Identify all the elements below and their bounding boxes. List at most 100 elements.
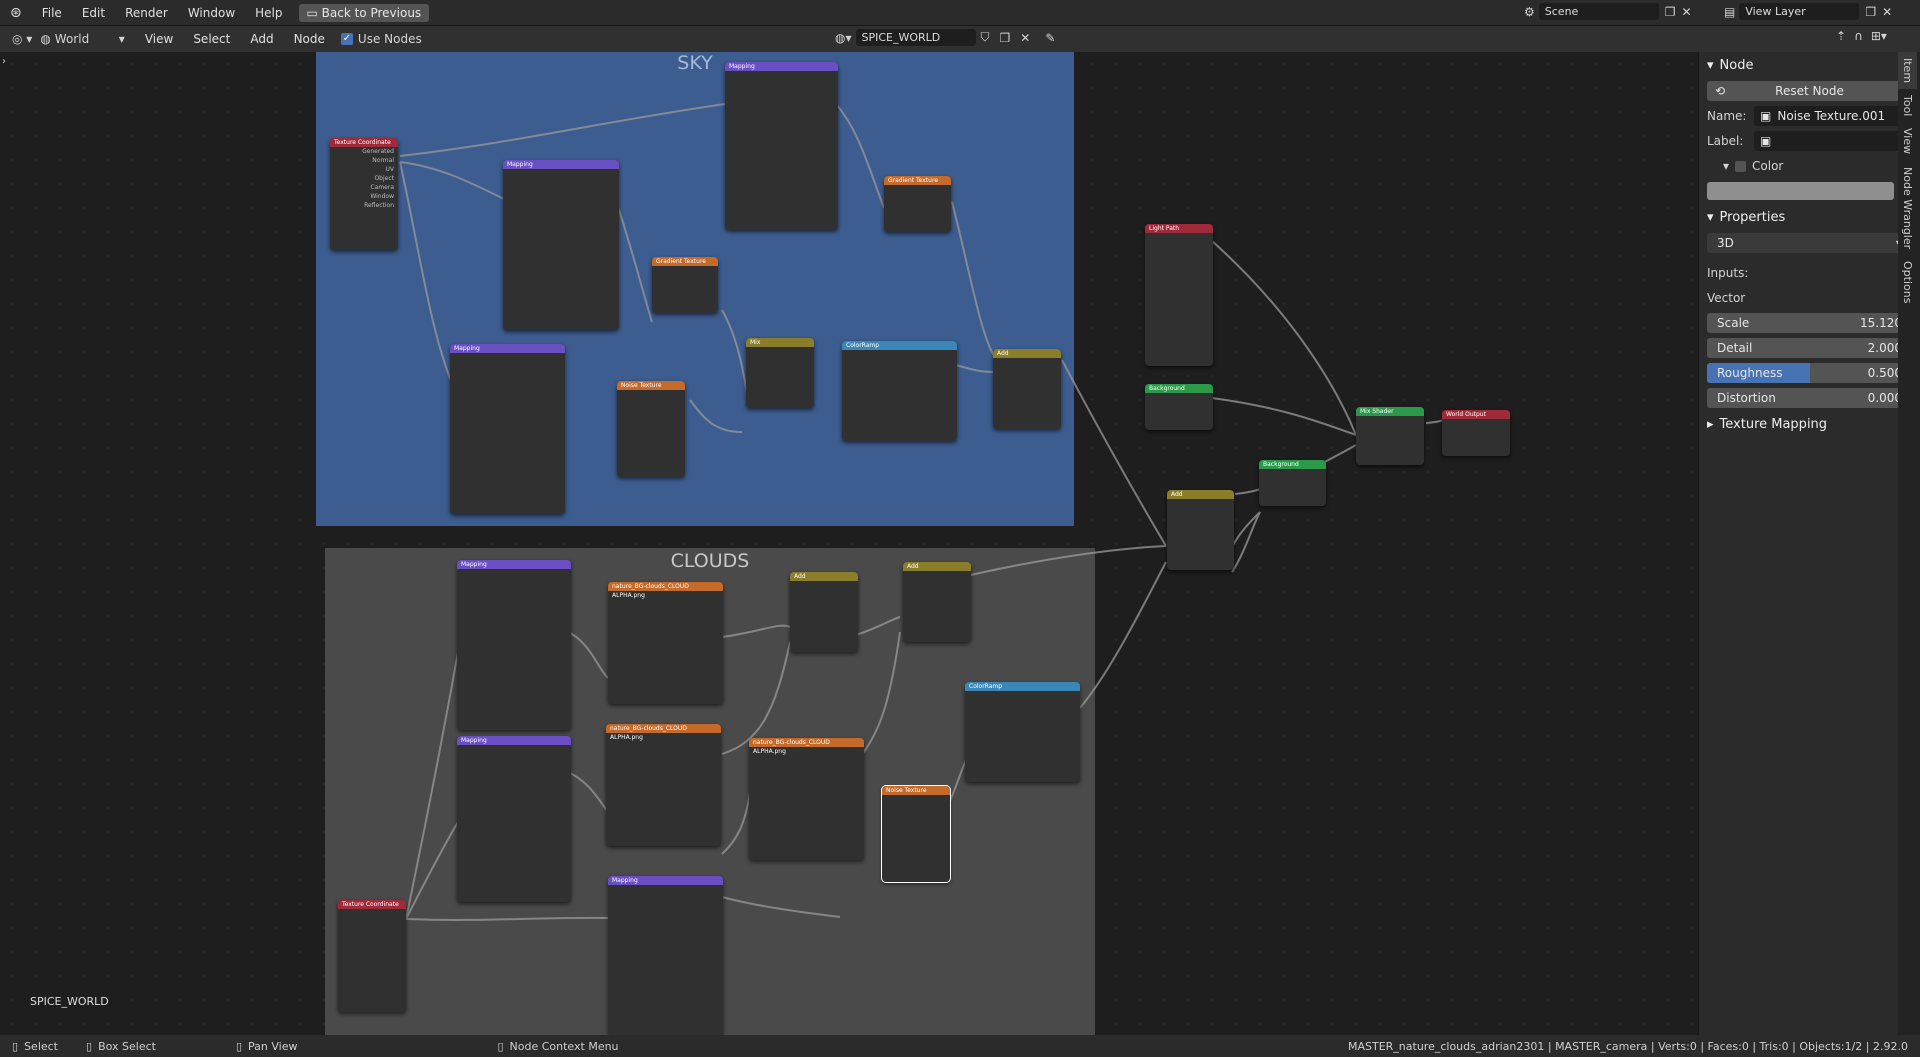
new-scene-icon[interactable]: ❐ <box>1665 5 1676 19</box>
node-icon: ▣ <box>1760 134 1772 148</box>
image-texture-node[interactable]: nature_BG-clouds_CLOUD ALPHA.png <box>608 582 723 704</box>
node-header: Mix <box>746 338 814 347</box>
menu-add[interactable]: Add <box>240 26 283 52</box>
texture-mapping-title: Texture Mapping <box>1719 416 1828 432</box>
fake-user-icon[interactable]: ⛉ <box>981 30 990 45</box>
mix-node[interactable]: Mix <box>746 338 814 408</box>
mapping-node[interactable]: Mapping <box>725 62 838 230</box>
dimension-dropdown[interactable]: 3D▾ <box>1707 233 1912 253</box>
color-label: Color <box>1752 159 1784 173</box>
node-panel-header[interactable]: ▾ Node <box>1699 52 1920 78</box>
node-header: Add <box>903 562 971 571</box>
light-path-node[interactable]: Light Path <box>1145 224 1213 366</box>
tab-view[interactable]: View <box>1898 122 1917 160</box>
view-layer-field[interactable]: View Layer <box>1739 3 1860 20</box>
node-header: ColorRamp <box>965 682 1080 691</box>
unlink-icon[interactable]: ✕ <box>1020 31 1030 45</box>
tab-options[interactable]: Options <box>1898 255 1917 309</box>
mouse-middle-icon: ▯ <box>86 1039 93 1053</box>
node-header: Mix Shader <box>1356 407 1424 416</box>
node-header: Background <box>1259 460 1326 469</box>
properties-panel-header[interactable]: ▾ Properties <box>1699 204 1920 230</box>
reset-node-button[interactable]: ⟲ Reset Node <box>1707 81 1912 101</box>
mapping-node[interactable]: Mapping <box>450 344 565 514</box>
shader-type-dropdown[interactable]: World <box>55 32 119 46</box>
field-label: Distortion <box>1717 391 1776 405</box>
menu-window[interactable]: Window <box>178 0 245 26</box>
add-node[interactable]: Add <box>1167 490 1234 570</box>
node-header: Gradient Texture <box>652 257 718 266</box>
world-icon[interactable]: ◍▾ <box>835 31 852 45</box>
node-header: Light Path <box>1145 224 1213 233</box>
color-swatch[interactable] <box>1707 182 1894 200</box>
world-name-field[interactable]: SPICE_WORLD <box>855 29 976 46</box>
mapping-node[interactable]: Mapping <box>457 560 571 730</box>
field-value: 15.120 <box>1860 316 1902 330</box>
add-node[interactable]: Add <box>903 562 971 642</box>
name-label: Name: <box>1707 109 1747 123</box>
mapping-node[interactable]: Mapping <box>457 736 571 902</box>
mix-shader-node[interactable]: Mix Shader <box>1356 407 1424 465</box>
menu-view[interactable]: View <box>135 26 183 52</box>
image-texture-node[interactable]: nature_BG-clouds_CLOUD ALPHA.png <box>749 738 864 860</box>
screen-icon: ▭ <box>306 5 322 20</box>
background-node[interactable]: Background <box>1145 384 1213 430</box>
menu-select[interactable]: Select <box>183 26 240 52</box>
scale-field[interactable]: Scale 15.120 <box>1707 313 1912 333</box>
texture-coordinate-node[interactable]: Texture Coordinate <box>338 900 406 1012</box>
texture-mapping-panel-header[interactable]: ▸ Texture Mapping <box>1699 411 1920 437</box>
name-field[interactable]: ▣ Noise Texture.001 <box>1754 106 1912 126</box>
texture-coordinate-node[interactable]: Texture Coordinate Generated Normal UV O… <box>330 138 398 250</box>
add-node[interactable]: Add <box>993 349 1061 429</box>
editor-type-icon[interactable]: ◎ ▾ <box>12 32 32 46</box>
node-header: Mapping <box>725 62 838 71</box>
blender-logo-icon[interactable]: ⊛ <box>0 0 32 26</box>
snap-icon[interactable]: ∩ <box>1854 29 1863 43</box>
noise-texture-node-selected[interactable]: Noise Texture <box>881 785 951 883</box>
node-icon: ▣ <box>1760 109 1772 123</box>
distortion-field[interactable]: Distortion 0.000 <box>1707 388 1912 408</box>
node-wires <box>399 103 1449 921</box>
gradient-texture-node[interactable]: Gradient Texture <box>884 176 951 232</box>
image-texture-node[interactable]: nature_BG-clouds_CLOUD ALPHA.png <box>606 724 721 846</box>
menu-node[interactable]: Node <box>284 26 335 52</box>
colorramp-node[interactable]: ColorRamp <box>842 341 957 441</box>
close-view-layer-icon[interactable]: ✕ <box>1882 5 1892 19</box>
colorramp-node[interactable]: ColorRamp <box>965 682 1080 782</box>
background-node[interactable]: Background <box>1259 460 1326 506</box>
status-box-select: Box Select <box>98 1039 156 1053</box>
node-header: Noise Texture <box>882 786 950 795</box>
use-nodes-checkbox[interactable]: ✓ <box>340 33 353 45</box>
tab-item[interactable]: Item <box>1898 52 1917 90</box>
snap-mode-icon[interactable]: ⊞▾ <box>1871 29 1887 43</box>
label-field[interactable]: ▣ <box>1754 131 1912 151</box>
menu-help[interactable]: Help <box>245 0 292 26</box>
node-header: Add <box>993 349 1061 358</box>
back-to-previous-button[interactable]: ▭ Back to Previous <box>298 3 430 22</box>
detail-field[interactable]: Detail 2.000 <box>1707 338 1912 358</box>
mapping-node[interactable]: Mapping <box>608 876 723 1035</box>
output-socket-label: Window <box>370 193 394 200</box>
noise-texture-node[interactable]: Noise Texture <box>617 381 685 477</box>
color-checkbox[interactable] <box>1735 160 1747 172</box>
roughness-slider[interactable]: Roughness 0.500 <box>1707 363 1912 383</box>
menu-file[interactable]: File <box>32 0 72 26</box>
pin-icon[interactable]: ✎ <box>1045 31 1055 45</box>
world-output-node[interactable]: World Output <box>1442 410 1510 456</box>
menu-render[interactable]: Render <box>115 0 178 26</box>
new-view-layer-icon[interactable]: ❐ <box>1865 5 1876 19</box>
scene-field[interactable]: Scene <box>1538 3 1659 20</box>
close-scene-icon[interactable]: ✕ <box>1682 5 1692 19</box>
expand-icon[interactable]: ▾ <box>1723 159 1729 173</box>
gradient-texture-node[interactable]: Gradient Texture <box>652 257 718 313</box>
menu-edit[interactable]: Edit <box>72 0 115 26</box>
tab-node-wrangler[interactable]: Node Wrangler <box>1898 161 1917 255</box>
properties-panel-title: Properties <box>1719 209 1786 225</box>
add-node[interactable]: Add <box>790 572 858 652</box>
duplicate-icon[interactable]: ❐ <box>1000 31 1011 45</box>
properties-sidebar: ▾ Node ⟲ Reset Node Name: ▣ Noise Texture.00… <box>1698 52 1920 1035</box>
parent-node-icon[interactable]: ⇡ <box>1836 29 1846 43</box>
tab-tool[interactable]: Tool <box>1898 89 1917 122</box>
mapping-node[interactable]: Mapping <box>503 160 619 330</box>
node-canvas[interactable]: › SKY CLOUDS Texture Coordinate Generate… <box>0 52 1698 1035</box>
